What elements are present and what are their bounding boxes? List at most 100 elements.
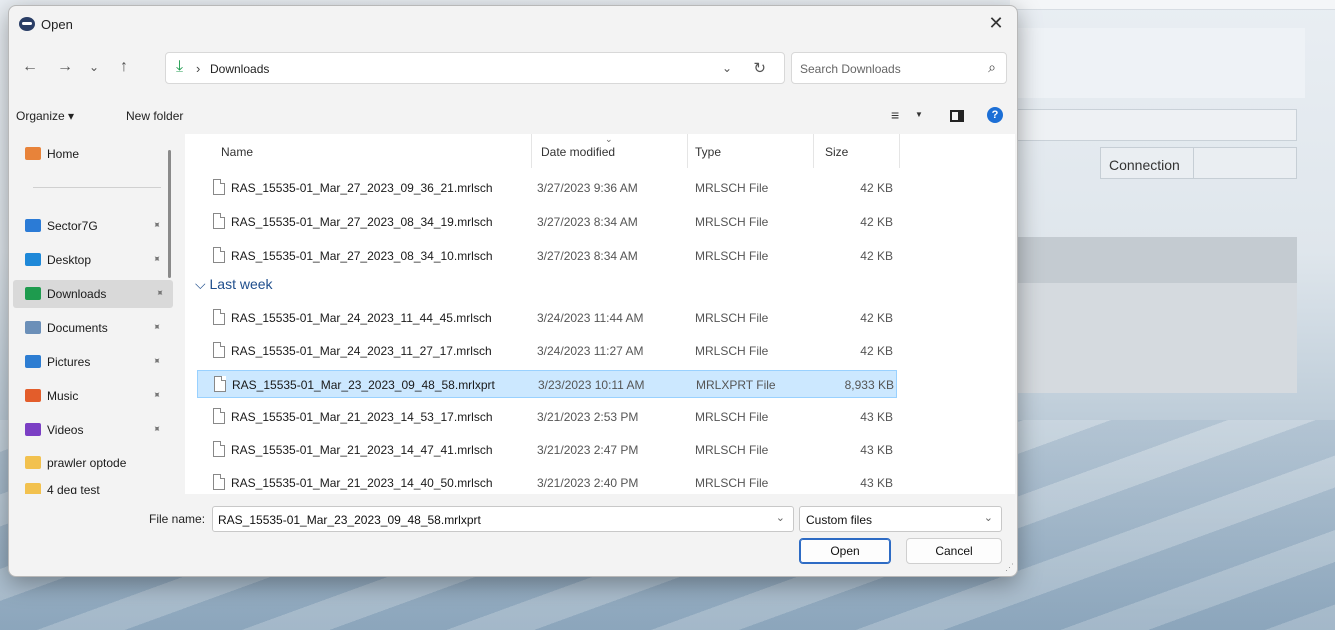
column-header-date-modified[interactable]: Date modified bbox=[541, 134, 615, 164]
group-header-label: Last week bbox=[209, 276, 273, 292]
view-options-icon[interactable]: ≡ bbox=[891, 107, 899, 123]
file-size: 42 KB bbox=[860, 249, 893, 263]
address-bar[interactable]: ⤓ › Downloads ⌄ ↻ bbox=[165, 52, 785, 84]
file-list: ⌄ Name Date modified Type Size ⌵ Last we… bbox=[185, 134, 1015, 494]
column-header-size[interactable]: Size bbox=[825, 134, 848, 164]
background-field bbox=[1015, 109, 1297, 141]
search-input[interactable] bbox=[800, 59, 970, 79]
forward-arrow-icon[interactable]: → bbox=[54, 56, 76, 78]
column-divider[interactable] bbox=[531, 134, 532, 168]
nav-item-label: Pictures bbox=[47, 355, 91, 369]
help-icon[interactable]: ? bbox=[987, 107, 1003, 123]
file-size: 42 KB bbox=[860, 215, 893, 229]
file-row[interactable]: RAS_15535-01_Mar_21_2023_14_40_50.mrlsch… bbox=[197, 469, 897, 494]
navigation-row: ← → ⌄ ↑ ⤓ › Downloads ⌄ ↻ ⌕ bbox=[9, 50, 1017, 86]
search-box[interactable]: ⌕ bbox=[791, 52, 1007, 84]
file-row[interactable]: RAS_15535-01_Mar_23_2023_09_48_58.mrlxpr… bbox=[197, 370, 897, 398]
nav-item-downloads[interactable]: Downloads ✦ bbox=[13, 280, 173, 308]
file-name: RAS_15535-01_Mar_24_2023_11_27_17.mrlsch bbox=[231, 344, 492, 358]
documents-icon bbox=[25, 321, 41, 334]
file-icon bbox=[213, 342, 225, 358]
background-grey-area bbox=[1015, 283, 1297, 393]
background-grey-header bbox=[1015, 237, 1297, 283]
file-icon bbox=[213, 309, 225, 325]
file-row[interactable]: RAS_15535-01_Mar_21_2023_14_47_41.mrlsch… bbox=[197, 436, 897, 464]
file-size: 43 KB bbox=[860, 476, 893, 490]
up-arrow-icon[interactable]: ↑ bbox=[113, 56, 135, 78]
preview-pane-icon[interactable] bbox=[950, 110, 964, 122]
organize-menu-button[interactable]: Organize ▾ bbox=[16, 109, 74, 123]
desktop-icon bbox=[25, 253, 41, 266]
nav-item-music[interactable]: Music ✦ bbox=[25, 382, 170, 410]
file-icon bbox=[213, 213, 225, 229]
view-dropdown-icon[interactable]: ▼ bbox=[915, 110, 923, 119]
back-arrow-icon[interactable]: ← bbox=[19, 56, 41, 78]
file-type: MRLSCH File bbox=[695, 215, 769, 229]
file-icon bbox=[213, 474, 225, 490]
file-type-filter[interactable]: Custom files ⌄ bbox=[799, 506, 1002, 532]
app-icon bbox=[19, 17, 35, 31]
file-icon bbox=[213, 247, 225, 263]
nav-item-prawler-optode[interactable]: prawler optode bbox=[25, 449, 170, 477]
group-header-last-week[interactable]: ⌵ Last week bbox=[195, 276, 273, 293]
file-icon bbox=[213, 408, 225, 424]
recent-locations-chevron-icon[interactable]: ⌄ bbox=[83, 56, 105, 78]
refresh-icon[interactable]: ↻ bbox=[753, 59, 766, 77]
chevron-down-icon[interactable]: ⌄ bbox=[984, 511, 993, 524]
nav-item-documents[interactable]: Documents ✦ bbox=[25, 314, 170, 342]
nav-item-sector7g[interactable]: Sector7G ✦ bbox=[25, 212, 170, 240]
command-toolbar: Organize ▾ New folder ≡ ▼ ? bbox=[9, 104, 1017, 130]
folder-icon bbox=[25, 483, 41, 494]
nav-item-4-deg-test[interactable]: 4 deg test bbox=[25, 476, 170, 494]
column-divider[interactable] bbox=[899, 134, 900, 168]
column-divider[interactable] bbox=[813, 134, 814, 168]
file-name-combobox[interactable]: ⌄ bbox=[212, 506, 794, 532]
file-name-input[interactable] bbox=[218, 511, 758, 529]
nav-divider bbox=[33, 187, 161, 188]
nav-item-home[interactable]: Home bbox=[25, 140, 170, 168]
search-icon[interactable]: ⌕ bbox=[988, 59, 996, 76]
column-divider[interactable] bbox=[687, 134, 688, 168]
cancel-button[interactable]: Cancel bbox=[906, 538, 1002, 564]
file-name: RAS_15535-01_Mar_21_2023_14_53_17.mrlsch bbox=[231, 410, 493, 424]
desktop-monitor-icon bbox=[25, 219, 41, 232]
file-row[interactable]: RAS_15535-01_Mar_21_2023_14_53_17.mrlsch… bbox=[197, 403, 897, 431]
file-row[interactable]: RAS_15535-01_Mar_27_2023_08_34_19.mrlsch… bbox=[197, 208, 897, 236]
breadcrumb-downloads[interactable]: Downloads bbox=[210, 62, 269, 76]
nav-item-pictures[interactable]: Pictures ✦ bbox=[25, 348, 170, 376]
file-row[interactable]: RAS_15535-01_Mar_27_2023_08_34_10.mrlsch… bbox=[197, 242, 897, 270]
open-button[interactable]: Open bbox=[799, 538, 891, 564]
file-date-modified: 3/21/2023 2:40 PM bbox=[537, 476, 639, 490]
file-row[interactable]: RAS_15535-01_Mar_27_2023_09_36_21.mrlsch… bbox=[197, 174, 897, 202]
file-row[interactable]: RAS_15535-01_Mar_24_2023_11_27_17.mrlsch… bbox=[197, 337, 897, 365]
nav-item-desktop[interactable]: Desktop ✦ bbox=[25, 246, 170, 274]
file-type: MRLXPRT File bbox=[696, 378, 776, 392]
file-size: 8,933 KB bbox=[844, 378, 894, 392]
pin-icon: ✦ bbox=[148, 388, 163, 403]
file-type: MRLSCH File bbox=[695, 181, 769, 195]
file-size: 42 KB bbox=[860, 311, 893, 325]
connection-tab[interactable]: Connection bbox=[1100, 147, 1194, 179]
file-row[interactable]: RAS_15535-01_Mar_24_2023_11_44_45.mrlsch… bbox=[197, 304, 897, 332]
close-icon[interactable]: ✕ bbox=[983, 12, 1009, 36]
file-type: MRLSCH File bbox=[695, 410, 769, 424]
chevron-down-icon[interactable]: ⌄ bbox=[776, 511, 785, 524]
resize-grip-icon[interactable]: ⋰ bbox=[1005, 562, 1014, 573]
background-panel bbox=[1015, 28, 1305, 98]
column-header-name[interactable]: Name bbox=[221, 134, 253, 164]
nav-item-label: Downloads bbox=[47, 287, 107, 301]
column-header-type[interactable]: Type bbox=[695, 134, 721, 164]
pin-icon: ✦ bbox=[148, 320, 163, 335]
file-name: RAS_15535-01_Mar_27_2023_09_36_21.mrlsch bbox=[231, 181, 493, 195]
new-folder-button[interactable]: New folder bbox=[126, 109, 183, 123]
file-name: RAS_15535-01_Mar_21_2023_14_40_50.mrlsch bbox=[231, 476, 493, 490]
pin-icon: ✦ bbox=[148, 252, 163, 267]
file-date-modified: 3/24/2023 11:27 AM bbox=[537, 344, 644, 358]
file-name: RAS_15535-01_Mar_27_2023_08_34_10.mrlsch bbox=[231, 249, 493, 263]
nav-item-label: prawler optode bbox=[47, 456, 127, 470]
nav-item-videos[interactable]: Videos ✦ bbox=[25, 416, 170, 444]
file-size: 43 KB bbox=[860, 443, 893, 457]
dialog-title: Open bbox=[41, 17, 73, 32]
pictures-icon bbox=[25, 355, 41, 368]
chevron-down-icon[interactable]: ⌄ bbox=[722, 61, 732, 75]
